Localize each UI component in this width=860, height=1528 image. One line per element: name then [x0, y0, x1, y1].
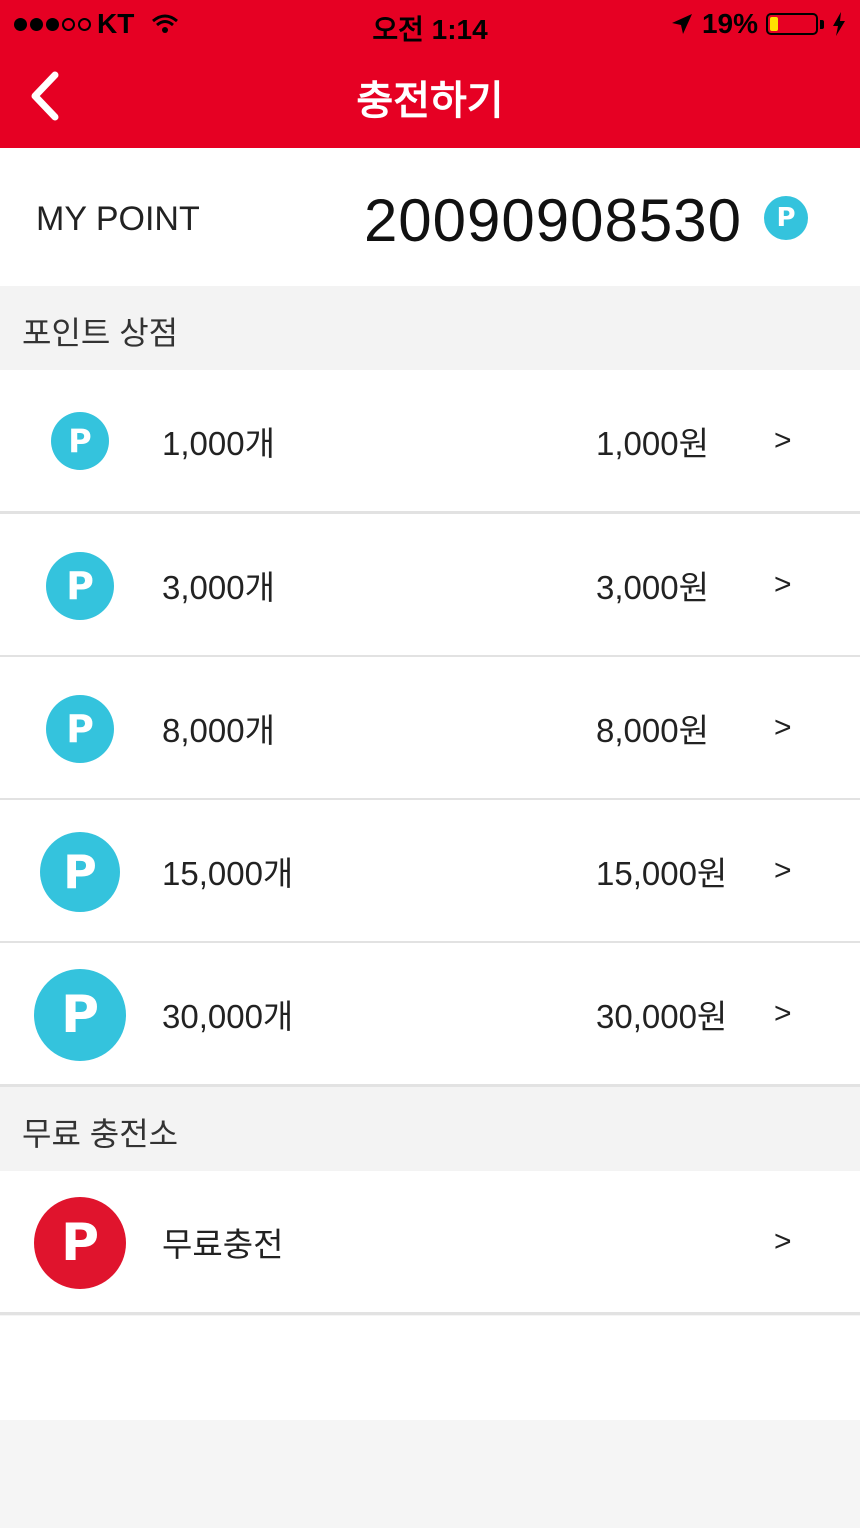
package-amount: 8,000개: [162, 711, 275, 749]
point-package-row[interactable]: P 30,000개 30,000원 >: [0, 943, 860, 1087]
package-price: 15,000원: [596, 854, 728, 892]
charging-bolt-icon: [833, 12, 845, 36]
point-package-row[interactable]: P 1,000개 1,000원 >: [0, 370, 860, 514]
chevron-right-icon: >: [774, 853, 792, 887]
chevron-right-icon: >: [774, 423, 792, 457]
point-store-header: 포인트 상점: [0, 286, 860, 370]
free-charge-label: 무료충전: [162, 1225, 284, 1263]
chevron-right-icon: >: [774, 710, 792, 744]
package-price: 1,000원: [596, 424, 709, 462]
point-coin-icon: P: [764, 196, 808, 240]
chevron-right-icon: >: [774, 996, 792, 1030]
point-coin-icon: P: [51, 412, 109, 470]
app-header: KT 오전 1:14 19% 충전하기: [0, 0, 860, 148]
free-charge-row[interactable]: P 무료충전 >: [0, 1171, 860, 1315]
my-point-value: 20090908530: [363, 187, 742, 254]
battery-tip: [820, 19, 824, 29]
battery-level: [770, 17, 778, 31]
point-coin-icon: P: [34, 969, 126, 1061]
package-amount: 30,000개: [162, 997, 294, 1035]
package-price: 30,000원: [596, 997, 728, 1035]
package-amount: 1,000개: [162, 424, 275, 462]
point-coin-icon: P: [46, 695, 114, 763]
chevron-right-icon: >: [774, 567, 792, 601]
package-price: 8,000원: [596, 711, 709, 749]
status-bar: KT 오전 1:14 19%: [0, 0, 860, 48]
point-coin-icon: P: [40, 832, 120, 912]
my-point-panel: MY POINT 20090908530 P: [0, 148, 860, 286]
location-arrow-icon: [671, 14, 692, 34]
point-coin-icon: P: [46, 552, 114, 620]
package-price: 3,000원: [596, 568, 709, 606]
point-package-row[interactable]: P 15,000개 15,000원 >: [0, 800, 860, 944]
package-amount: 15,000개: [162, 854, 294, 892]
free-charge-title: 무료 충전소: [22, 1116, 179, 1152]
point-package-row[interactable]: P 3,000개 3,000원 >: [0, 514, 860, 658]
point-store-title: 포인트 상점: [22, 315, 179, 351]
free-charge-header: 무료 충전소: [0, 1087, 860, 1171]
package-amount: 3,000개: [162, 568, 275, 606]
nav-bar: 충전하기: [0, 48, 860, 148]
my-point-label: MY POINT: [36, 200, 200, 238]
battery-percent: 19%: [701, 8, 758, 39]
chevron-right-icon: >: [774, 1224, 792, 1258]
battery-icon: [766, 13, 818, 35]
free-point-icon: P: [34, 1197, 126, 1289]
point-package-row[interactable]: P 8,000개 8,000원 >: [0, 657, 860, 801]
page-title: 충전하기: [356, 79, 504, 123]
empty-area: [0, 1316, 860, 1420]
status-right: 19%: [670, 8, 846, 40]
